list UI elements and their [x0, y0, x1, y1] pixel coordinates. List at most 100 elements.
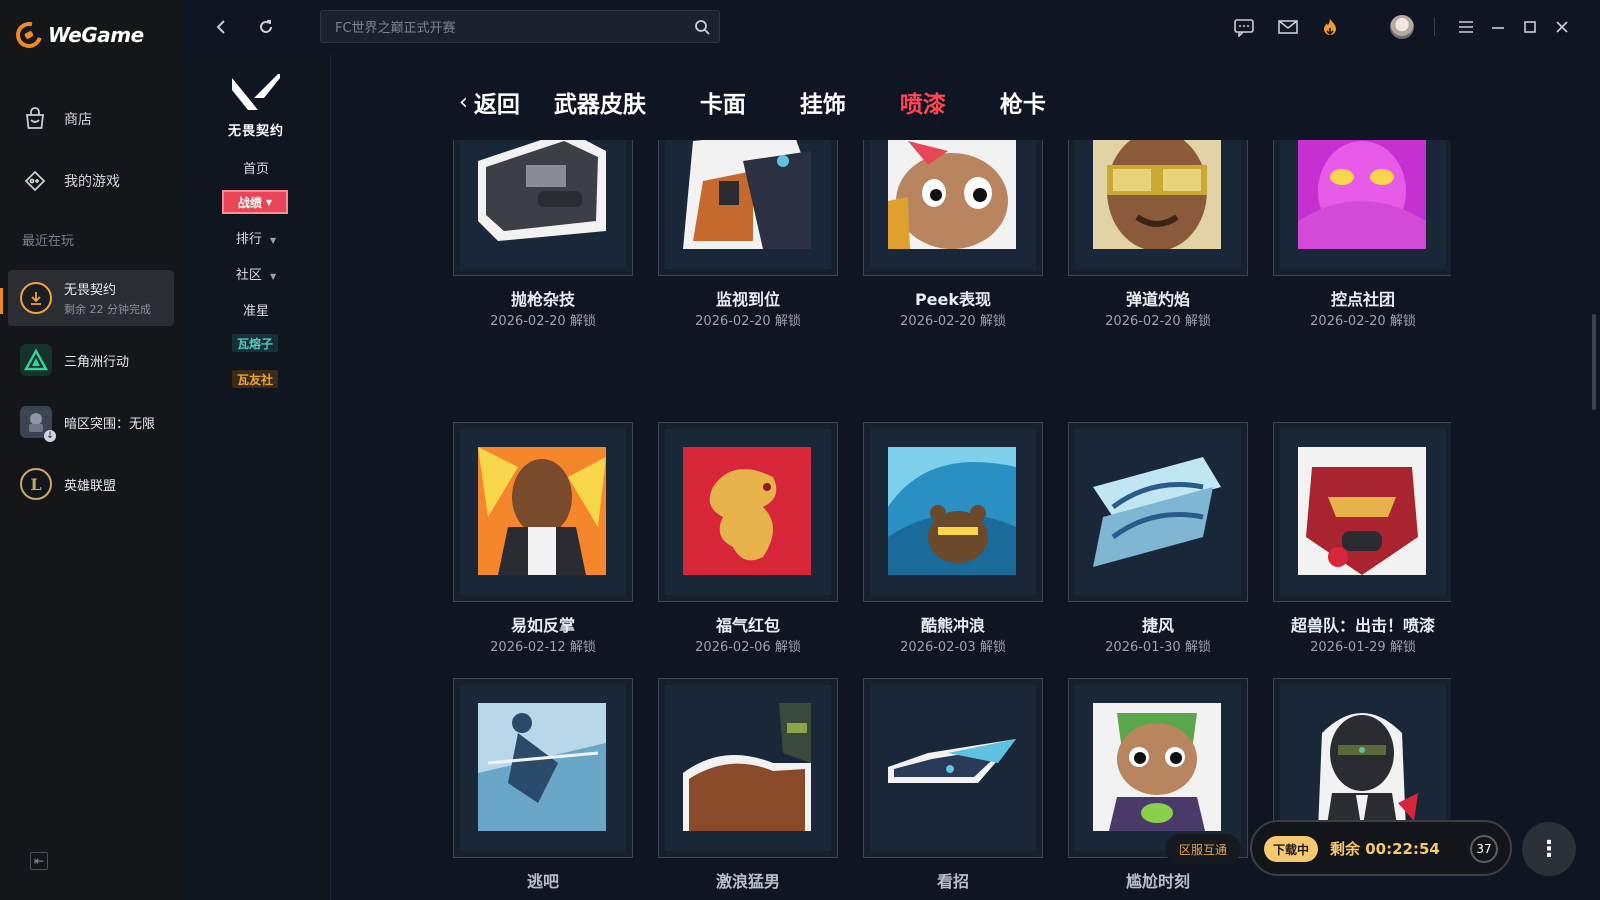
spray-name: 逃吧 [526, 872, 559, 891]
spray-name: 捷风 [1141, 616, 1174, 635]
spray-art-muscle-man-icon [683, 703, 811, 831]
recent-item-progress: 剩余 22 分钟完成 [64, 303, 151, 316]
spray-unlock-date: 2026-02-20 解锁 [1105, 314, 1211, 329]
scrollbar[interactable] [1592, 314, 1596, 410]
tab-cards[interactable]: 卡面 [700, 85, 746, 119]
nav-store[interactable]: 商店 [22, 106, 92, 132]
mail-icon[interactable] [1276, 15, 1300, 39]
game-nav-record-label: 战绩 [237, 195, 262, 210]
spray-art-jett-wind-icon [1093, 447, 1221, 575]
spray-art-surfing-bear-icon [888, 447, 1016, 575]
avatar[interactable] [1390, 15, 1414, 39]
recent-item-arena-breakout[interactable]: ↓ 暗区突围：无限 [8, 394, 174, 450]
spray-card[interactable]: 逃吧 [453, 678, 633, 891]
spray-card[interactable]: 控点社团 2026-02-20 解锁 [1273, 140, 1451, 329]
gamepad-icon [24, 170, 46, 192]
game-nav-record[interactable]: 战绩 ▼ [222, 190, 288, 214]
spray-unlock-date: 2026-01-29 解锁 [1310, 640, 1416, 655]
spray-art-snap-fingers-icon [478, 447, 606, 575]
game-nav-home[interactable]: 首页 [182, 158, 330, 177]
arena-breakout-icon: ↓ [20, 406, 56, 442]
download-queue-count: 37 [1470, 835, 1498, 863]
nav-store-label: 商店 [64, 112, 92, 128]
chat-icon[interactable] [1232, 15, 1256, 39]
search-box[interactable] [320, 10, 720, 43]
active-indicator [0, 288, 3, 314]
game-nav-rank[interactable]: 排行 ▼ [182, 228, 330, 247]
spray-card[interactable]: 监视到位 2026-02-20 解锁 [658, 140, 838, 329]
spray-art-escape-icon [478, 703, 606, 831]
spray-card[interactable]: 激浪猛男 [658, 678, 838, 891]
game-nav-crosshair[interactable]: 准星 [182, 300, 330, 319]
back-icon[interactable] [210, 15, 234, 39]
spray-name: 酷熊冲浪 [920, 616, 985, 635]
nav-my-games[interactable]: 我的游戏 [22, 168, 120, 194]
recent-item-delta-force[interactable]: 三角洲行动 [8, 332, 174, 388]
more-options-icon[interactable]: ⋮ [1522, 822, 1576, 876]
spray-card[interactable]: 超兽队：出击！喷漆 2026-01-29 解锁 [1273, 422, 1451, 655]
chevron-left-icon: ‹ [459, 89, 468, 115]
topbar-divider [1434, 18, 1435, 36]
spray-art-robot-mask-icon [1298, 447, 1426, 575]
spray-art-gun-hands-icon [478, 140, 606, 249]
wegame-logo[interactable]: WeGame [11, 17, 144, 53]
back-button-label: 返回 [473, 92, 520, 118]
download-remaining-time: 剩余 00:22:54 [1330, 840, 1440, 858]
valorant-logo[interactable]: 无畏契约 [220, 72, 292, 139]
tab-charms[interactable]: 挂饰 [800, 85, 846, 119]
spray-card[interactable]: 看招 [863, 678, 1043, 891]
collapse-sidebar-icon[interactable]: ⇤ [30, 852, 48, 870]
game-nav-badge-wys[interactable]: 瓦友社 [232, 370, 278, 388]
topbar [182, 0, 1600, 55]
spray-unlock-date: 2026-02-03 解锁 [900, 640, 1006, 655]
spray-card[interactable]: 酷熊冲浪 2026-02-03 解锁 [863, 422, 1043, 655]
game-nav-community-label: 社区 [235, 268, 262, 283]
wegame-logo-text: WeGame [48, 23, 144, 47]
spray-card[interactable]: 捷风 2026-01-30 解锁 [1068, 422, 1248, 655]
main-content: ‹ 返回 武器皮肤 卡面 挂饰 喷漆 枪卡 抛枪杂技 2026-02-20 解锁… [331, 54, 1600, 900]
tab-player-cards[interactable]: 枪卡 [1000, 85, 1046, 119]
store-bag-icon [25, 107, 45, 129]
search-icon[interactable] [693, 18, 711, 36]
minimize-icon[interactable] [1486, 15, 1510, 39]
spray-unlock-date: 2026-02-20 解锁 [490, 314, 596, 329]
refresh-icon[interactable] [254, 15, 278, 39]
spray-name: 抛枪杂技 [510, 290, 575, 309]
back-button[interactable]: ‹ 返回 [459, 85, 520, 119]
game-nav-badge-wrz[interactable]: 瓦熔子 [232, 334, 278, 352]
spray-unlock-date: 2026-02-20 解锁 [1310, 314, 1416, 329]
nav-my-games-label: 我的游戏 [64, 174, 120, 190]
recent-item-name: 无畏契约 [64, 283, 117, 298]
spray-name: 福气红包 [715, 616, 780, 635]
tab-weapon-skins[interactable]: 武器皮肤 [554, 85, 646, 119]
region-interop-badge[interactable]: 区服互通 [1165, 834, 1241, 864]
menu-icon[interactable] [1454, 15, 1478, 39]
spray-card[interactable]: 抛枪杂技 2026-02-20 解锁 [453, 140, 633, 329]
search-input[interactable] [333, 17, 677, 39]
lol-icon: L [20, 468, 52, 500]
recent-item-valorant[interactable]: 无畏契约 剩余 22 分钟完成 [8, 270, 174, 326]
spray-name: 尴尬时刻 [1125, 872, 1190, 891]
fire-icon[interactable] [1318, 15, 1342, 39]
game-nav-community[interactable]: 社区 ▼ [182, 264, 330, 283]
spray-name: 超兽队：出击！喷漆 [1290, 616, 1435, 635]
spray-art-pink-character-icon [1298, 140, 1426, 249]
spray-unlock-date: 2026-02-20 解锁 [695, 314, 801, 329]
spray-art-golden-horse-icon [683, 447, 811, 575]
spray-card[interactable]: 易如反掌 2026-02-12 解锁 [453, 422, 633, 655]
recent-item-name: 暗区突围：无限 [64, 416, 156, 432]
spray-art-masked-agent-icon [1298, 703, 1426, 831]
maximize-icon[interactable] [1518, 15, 1542, 39]
spray-unlock-date: 2026-02-06 解锁 [695, 640, 801, 655]
spray-card[interactable]: 福气红包 2026-02-06 解锁 [658, 422, 838, 655]
close-icon[interactable] [1550, 15, 1574, 39]
recent-item-name: 英雄联盟 [64, 478, 117, 494]
spray-name: 激浪猛男 [715, 872, 780, 891]
app-sidebar: WeGame 商店 我的游戏 最近在玩 无畏契约 剩余 22 分钟完成 三角洲行… [0, 0, 182, 900]
recent-item-lol[interactable]: L 英雄联盟 [8, 456, 174, 512]
spray-card[interactable]: 弹道灼焰 2026-02-20 解锁 [1068, 140, 1248, 329]
tab-sprays[interactable]: 喷漆 [900, 85, 946, 119]
spray-card[interactable]: Peek表现 2026-02-20 解锁 [863, 140, 1043, 329]
spray-card[interactable]: 尴尬时刻 [1068, 678, 1248, 891]
download-status-pill[interactable]: 下载中 剩余 00:22:54 37 [1250, 820, 1512, 876]
